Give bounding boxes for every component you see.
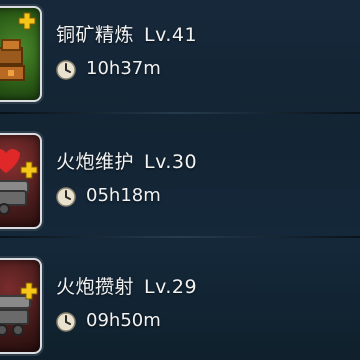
research-row[interactable]: 铜矿精炼 Lv.41 10h37m	[0, 0, 360, 108]
research-row[interactable]: 火炮维护 Lv.30 05h18m	[0, 115, 360, 235]
research-level: Lv.29	[144, 276, 198, 298]
row-divider	[0, 112, 360, 114]
artillery-maintenance-icon[interactable]	[0, 133, 42, 229]
clock-icon	[56, 60, 76, 80]
research-level: Lv.41	[144, 24, 198, 46]
upgrade-plus-icon	[20, 161, 38, 179]
upgrade-plus-icon	[20, 282, 38, 300]
research-title: 火炮攒射 Lv.29	[56, 272, 197, 299]
artillery-barrage-icon[interactable]	[0, 258, 42, 354]
clock-icon	[56, 312, 76, 332]
research-row[interactable]: 火炮攒射 Lv.29 09h50m	[0, 240, 360, 360]
research-time: 09h50m	[86, 310, 161, 331]
research-name: 铜矿精炼	[56, 24, 135, 46]
copper-ore-refining-icon[interactable]	[0, 6, 42, 102]
research-title: 铜矿精炼 Lv.41	[56, 20, 197, 47]
research-time: 05h18m	[86, 185, 161, 206]
upgrade-plus-icon	[18, 12, 36, 30]
clock-icon	[56, 187, 76, 207]
research-name: 火炮攒射	[56, 276, 135, 298]
research-title: 火炮维护 Lv.30	[56, 147, 197, 174]
row-divider	[0, 236, 360, 238]
research-time: 10h37m	[86, 58, 161, 79]
research-level: Lv.30	[144, 151, 198, 173]
research-name: 火炮维护	[56, 151, 135, 173]
research-list-screen: 铜矿精炼 Lv.41 10h37m 火炮维护 Lv.30 05h18m 火炮攒射…	[0, 0, 360, 360]
